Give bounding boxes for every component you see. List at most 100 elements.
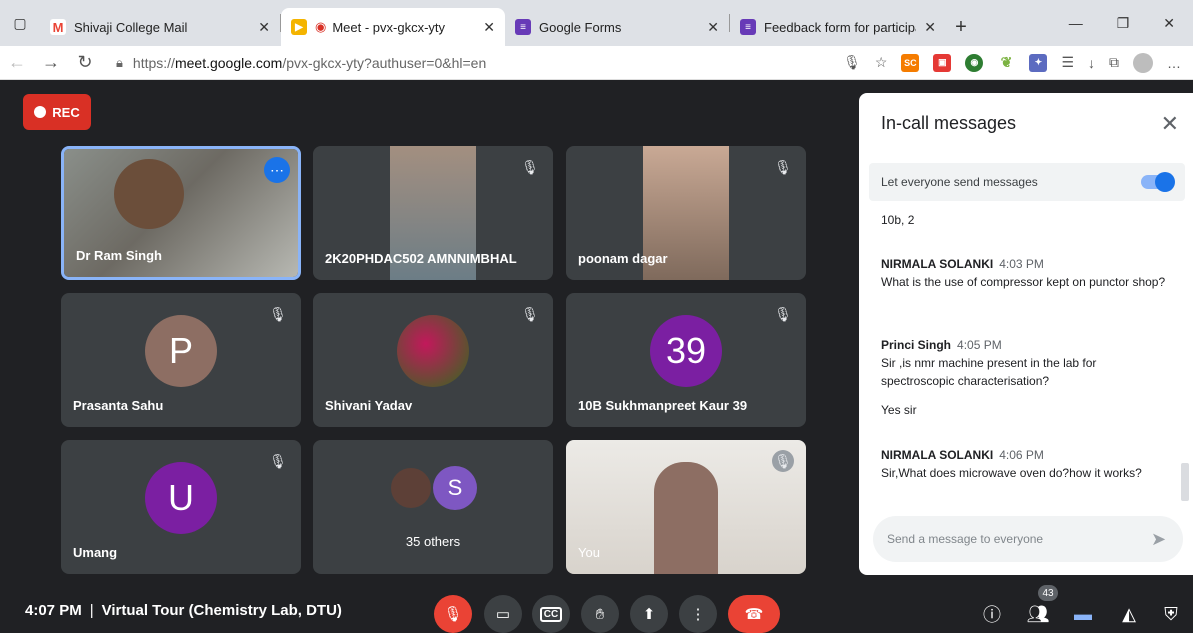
present-icon: ⬆ — [642, 606, 656, 623]
mic-toggle-button[interactable]: 🎙︎ — [434, 595, 472, 633]
collections-icon[interactable]: ⧉ — [1109, 54, 1119, 71]
new-tab-button[interactable]: + — [946, 8, 976, 46]
meet-icon: ▶ — [291, 19, 307, 35]
avatar — [397, 315, 469, 387]
participant-tile[interactable]: 🎙︎ Shivani Yadav — [313, 293, 553, 427]
tab-mail[interactable]: M Shivaji College Mail ✕ — [40, 8, 280, 46]
browser-tab-bar: ▢ M Shivaji College Mail ✕ ▶ ◉ Meet - pv… — [0, 0, 1193, 46]
mic-off-icon: 🎙︎ — [269, 305, 287, 322]
host-controls-icon[interactable]: ⛨ — [1157, 600, 1185, 628]
restore-icon[interactable]: ❐ — [1117, 15, 1130, 32]
avatar — [389, 466, 433, 510]
sc-extension-icon[interactable]: SC — [901, 53, 920, 72]
close-icon[interactable]: ✕ — [483, 19, 495, 36]
tab-forms[interactable]: ≡ Google Forms ✕ — [505, 8, 729, 46]
avatar: 39 — [650, 315, 722, 387]
close-icon[interactable]: ✕ — [258, 19, 270, 36]
tab-feedback-form[interactable]: ≡ Feedback form for participants ( ✕ — [730, 8, 946, 46]
extensions-bar: 🎙︎ ☆ SC ▣ ◉ ❦ ✦ ☰ ↓ ⧉ … — [843, 52, 1193, 73]
green-extension-icon[interactable]: ◉ — [965, 53, 984, 72]
more-vert-icon: ⋮ — [690, 606, 706, 623]
camera-toggle-button[interactable]: ▭ — [484, 595, 522, 633]
meet-stage: REC ⋯ Dr Ram Singh 🎙︎ 2K20PHDAC502 AMNNI… — [0, 80, 1193, 633]
participant-tile[interactable]: 🎙︎ poonam dagar — [566, 146, 806, 280]
panel-title: In-call messages — [881, 113, 1017, 133]
lock-icon: 🔒︎ — [116, 54, 123, 70]
address-bar: ← → ↻ 🔒︎ https://meet.google.com/pvx-gkc… — [0, 46, 1193, 80]
camera-icon: ▭ — [495, 606, 511, 623]
leave-call-button[interactable]: ☎︎ — [728, 595, 780, 633]
mic-off-icon: 🎙︎ — [774, 305, 792, 322]
chat-message: 10b, 2 — [881, 213, 915, 227]
url-field[interactable]: 🔒︎ https://meet.google.com/pvx-gkcx-yty?… — [116, 55, 486, 71]
more-icon[interactable]: … — [1167, 55, 1181, 71]
favorites-icon[interactable]: ☰ — [1061, 54, 1074, 71]
raise-hand-button[interactable]: ✋︎ — [581, 595, 619, 633]
avatar: P — [145, 315, 217, 387]
gmail-icon: M — [50, 19, 66, 35]
downloads-icon[interactable]: ↓ — [1088, 55, 1095, 71]
participant-face — [114, 159, 184, 229]
chat-scrollbar[interactable] — [1181, 463, 1189, 501]
more-options-button[interactable]: ⋮ — [679, 595, 717, 633]
back-icon[interactable]: ← — [0, 52, 34, 73]
activities-icon[interactable]: ◭ — [1115, 600, 1143, 628]
record-dot-icon — [34, 106, 47, 118]
participant-count-badge: 43 — [1038, 585, 1058, 601]
window-close-icon[interactable]: ✕ — [1163, 15, 1175, 32]
forms-icon: ≡ — [515, 19, 531, 35]
meeting-details-icon[interactable]: ⓘ — [978, 600, 1006, 628]
chat-message: NIRMALA SOLANKI 4:03 PM What is the use o… — [881, 257, 1166, 289]
participant-tile[interactable]: ⋯ Dr Ram Singh — [61, 146, 301, 280]
send-messages-toggle[interactable] — [1141, 172, 1175, 192]
mic-off-icon: 🎙︎ — [443, 606, 463, 623]
people-icon[interactable]: 👥︎ — [1024, 600, 1052, 628]
chat-message: Princi Singh 4:05 PM Sir ,is nmr machine … — [881, 338, 1097, 388]
recording-badge: REC — [23, 94, 91, 130]
red-extension-icon[interactable]: ▣ — [933, 53, 952, 72]
participant-tile[interactable]: 🎙︎ U Umang — [61, 440, 301, 574]
forms-icon: ≡ — [740, 19, 756, 35]
participant-face — [654, 462, 718, 574]
mic-off-icon: 🎙︎ — [772, 450, 794, 472]
chat-icon[interactable]: ▬ — [1069, 600, 1097, 628]
forward-icon[interactable]: → — [34, 52, 68, 73]
hand-icon: ✋︎ — [595, 605, 605, 623]
self-tile[interactable]: 🎙︎ You — [566, 440, 806, 574]
reload-icon[interactable]: ↻ — [68, 52, 102, 73]
mic-off-icon: 🎙︎ — [521, 158, 539, 175]
tab-actions-icon[interactable]: ▢ — [0, 0, 40, 46]
window-controls: — ❐ ✕ — [1069, 0, 1193, 46]
meeting-info: 4:07 PM | Virtual Tour (Chemistry Lab, DTU… — [25, 602, 342, 619]
participant-tile[interactable]: 🎙︎ P Prasanta Sahu — [61, 293, 301, 427]
hang-up-icon: ☎︎ — [744, 606, 764, 623]
avatar: S — [433, 466, 477, 510]
tab-meet[interactable]: ▶ ◉ Meet - pvx-gkcx-yty ✕ — [281, 8, 505, 46]
participant-tile[interactable]: 🎙︎ 39 10B Sukhmanpreet Kaur 39 — [566, 293, 806, 427]
more-options-icon[interactable]: ⋯ — [264, 157, 290, 183]
others-tile[interactable]: S 35 others — [313, 440, 553, 574]
send-messages-setting: Let everyone send messages — [869, 163, 1185, 201]
send-icon[interactable]: ➤ — [1151, 529, 1166, 550]
close-icon[interactable]: ✕ — [924, 19, 936, 36]
chat-input[interactable] — [873, 516, 1183, 562]
close-icon[interactable]: ✕ — [1161, 111, 1179, 137]
recording-icon: ◉ — [315, 19, 327, 34]
puzzle-extension-icon[interactable]: ✦ — [1029, 53, 1048, 72]
captions-button[interactable]: CC — [532, 595, 570, 633]
participant-tile[interactable]: 🎙︎ 2K20PHDAC502 AMNNIMBHAL — [313, 146, 553, 280]
avatar: U — [145, 462, 217, 534]
close-icon[interactable]: ✕ — [707, 19, 719, 36]
profile-avatar[interactable] — [1133, 52, 1153, 73]
present-button[interactable]: ⬆ — [630, 595, 668, 633]
mic-off-icon: 🎙︎ — [774, 158, 792, 175]
microphone-icon[interactable]: 🎙︎ — [843, 54, 861, 71]
leaf-extension-icon[interactable]: ❦ — [997, 54, 1015, 72]
chat-message: NIRMALA SOLANKI 4:06 PM Sir,What does mic… — [881, 448, 1142, 480]
chat-message: Yes sir — [881, 403, 917, 417]
favorite-icon[interactable]: ☆ — [875, 54, 888, 71]
chat-panel: In-call messages ✕ Let everyone send mes… — [859, 93, 1193, 575]
captions-icon: CC — [539, 606, 563, 622]
minimize-icon[interactable]: — — [1069, 15, 1083, 31]
mic-off-icon: 🎙︎ — [269, 452, 287, 469]
